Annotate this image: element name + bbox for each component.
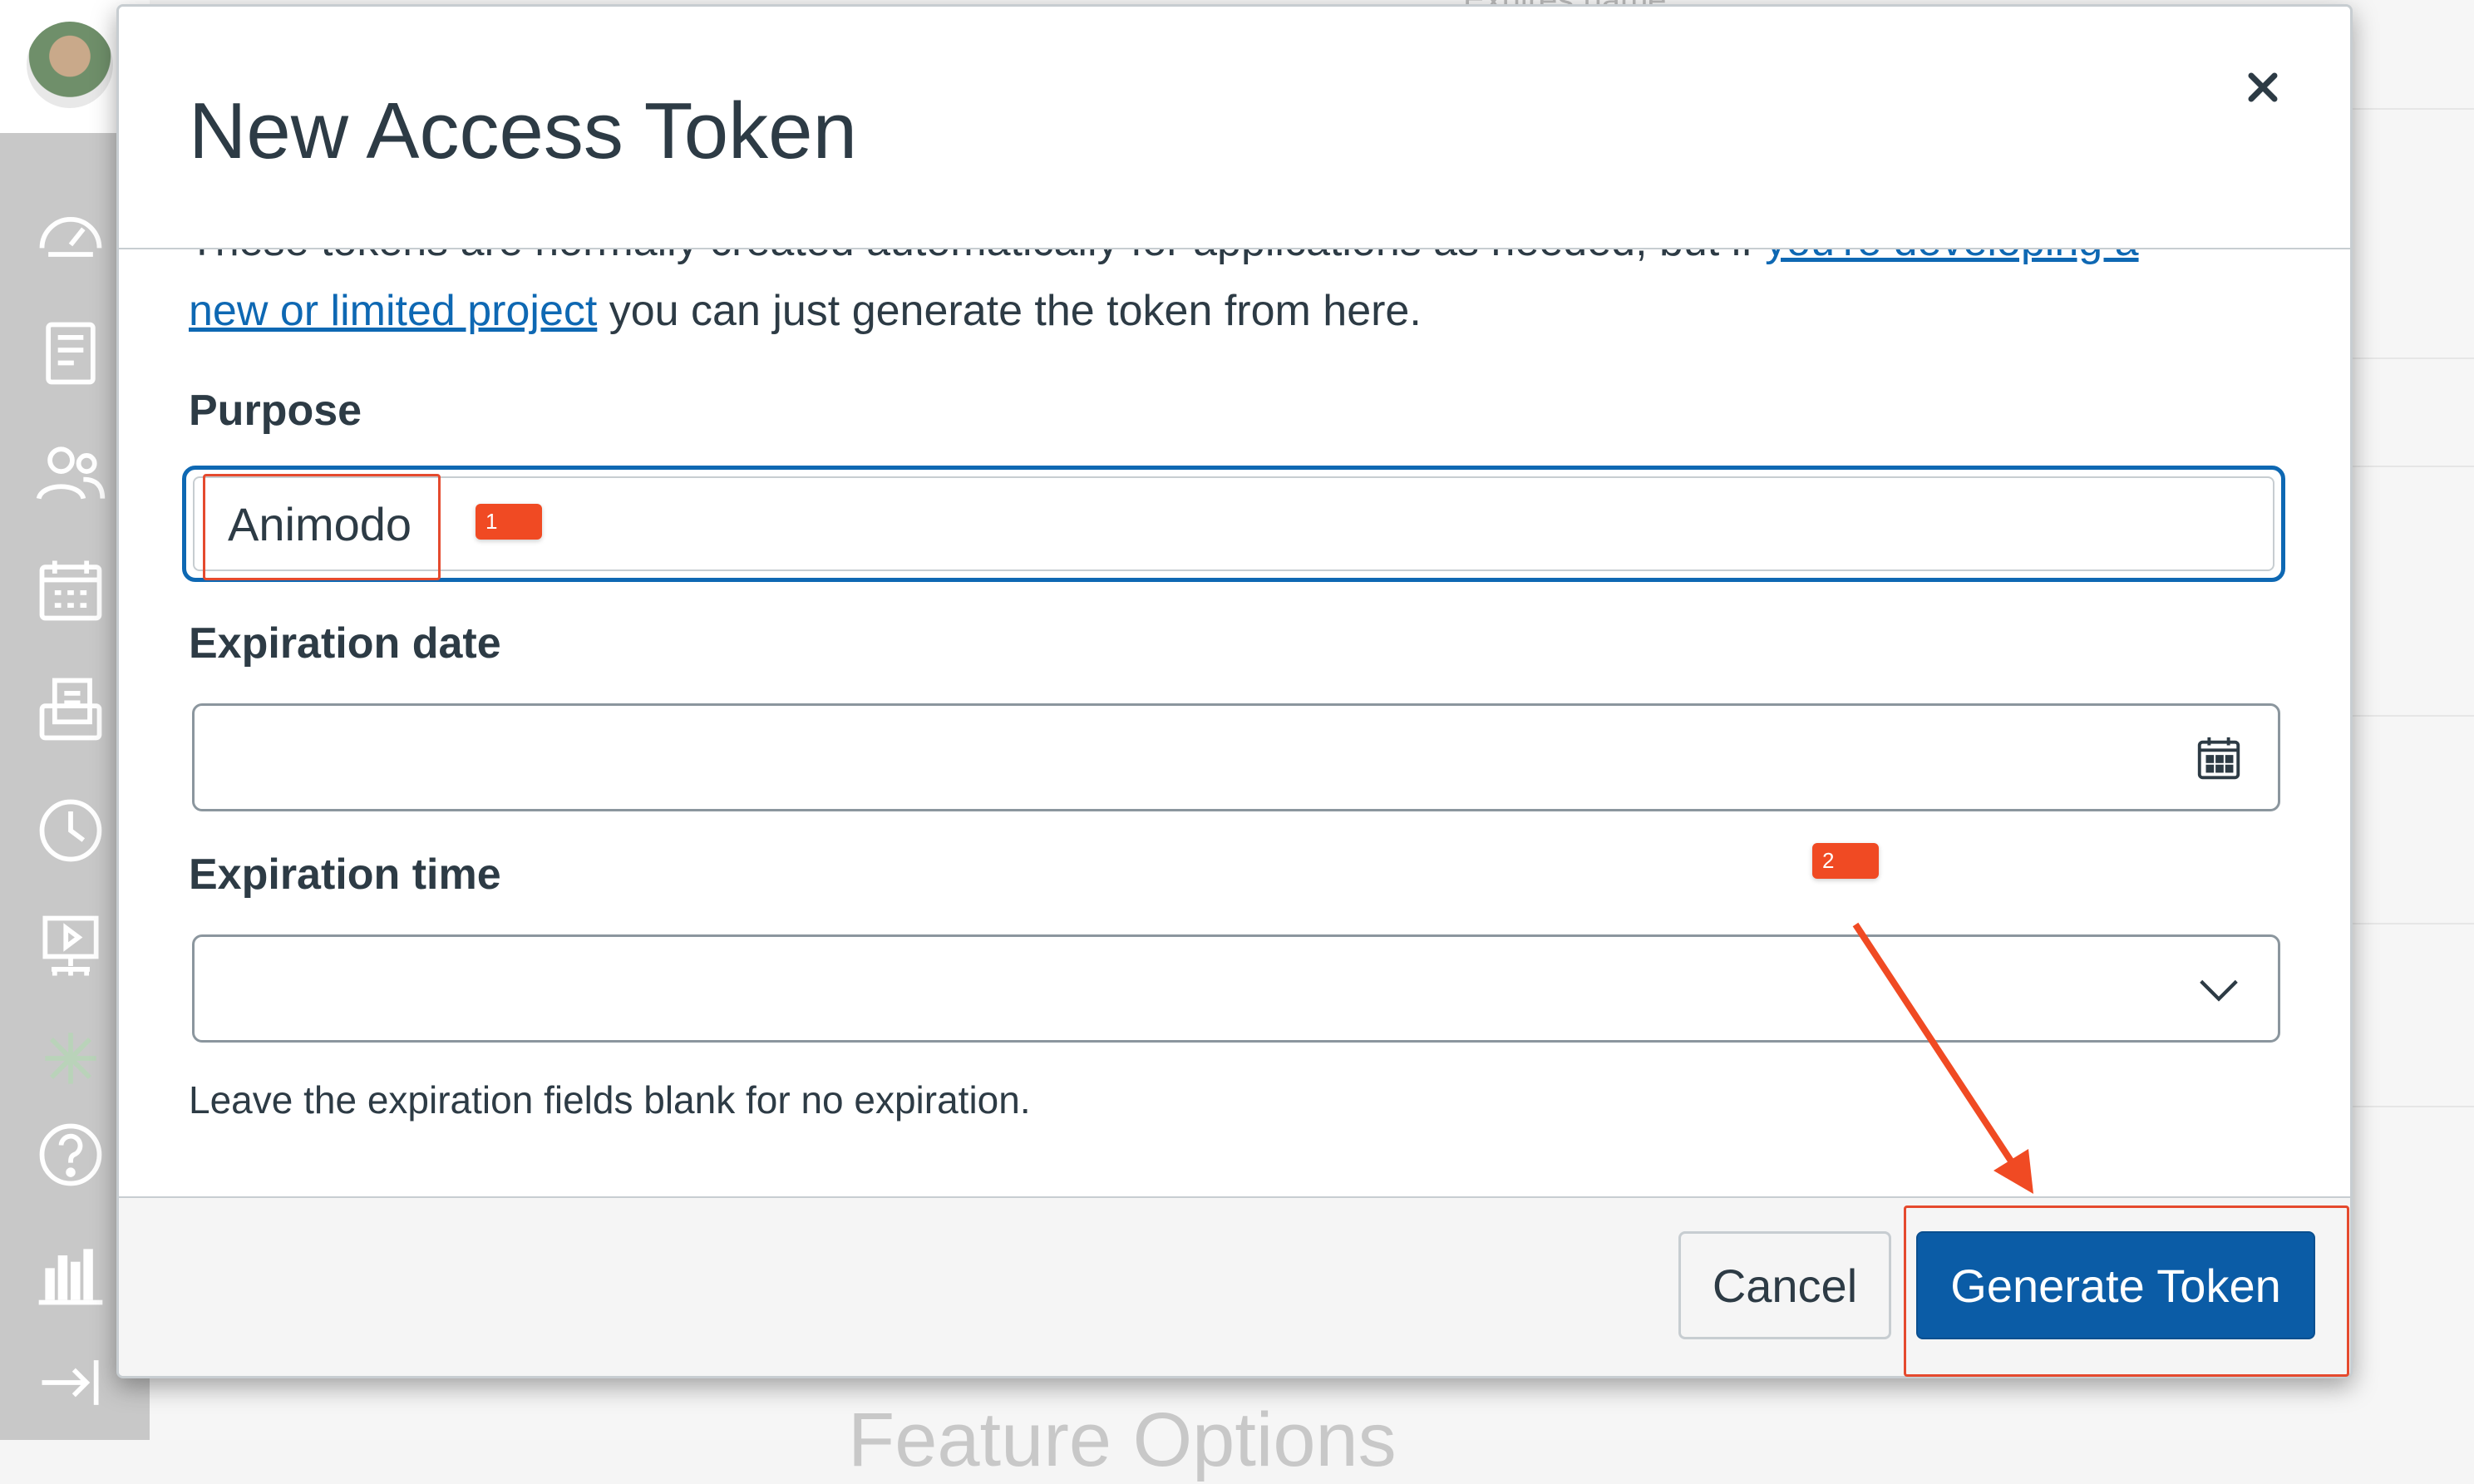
limited-project-link[interactable]: new or limited project <box>189 287 597 335</box>
background-section-heading: Feature Options <box>848 1398 1397 1482</box>
groups-icon[interactable] <box>27 429 115 517</box>
new-access-token-dialog: New Access Token These tokens are normal… <box>116 4 2353 1378</box>
expiration-date-input[interactable] <box>192 703 2280 811</box>
calendar-icon[interactable] <box>2193 732 2245 784</box>
library-icon[interactable] <box>27 1230 115 1319</box>
avatar[interactable] <box>27 22 113 108</box>
inbox-icon[interactable] <box>27 665 115 753</box>
calendar-icon[interactable] <box>27 545 115 634</box>
courses-icon[interactable] <box>27 309 115 397</box>
expiration-time-label: Expiration time <box>189 850 501 899</box>
help-icon[interactable] <box>27 1111 115 1199</box>
expiration-date-label: Expiration date <box>189 619 501 668</box>
annotation-box-purpose <box>203 474 441 580</box>
close-icon <box>2248 72 2278 102</box>
expiration-hint: Leave the expiration fields blank for no… <box>189 1078 1031 1122</box>
chevron-down-icon <box>2200 979 2238 1002</box>
dialog-header: New Access Token <box>119 7 2350 249</box>
annotation-badge-1: 1 <box>476 504 542 540</box>
purpose-label: Purpose <box>189 387 362 435</box>
close-button[interactable] <box>2234 58 2292 116</box>
annotation-badge-2: 2 <box>1812 843 1879 879</box>
dialog-title: New Access Token <box>189 86 857 175</box>
annotation-box-generate <box>1904 1205 2349 1377</box>
studio-icon[interactable] <box>27 903 115 991</box>
cancel-button[interactable]: Cancel <box>1678 1231 1891 1339</box>
collapse-icon[interactable] <box>27 1339 115 1427</box>
intro-text-end: you can just generate the token from her… <box>597 287 1422 335</box>
commons-icon[interactable] <box>27 1014 115 1102</box>
history-icon[interactable] <box>27 786 115 875</box>
dashboard-icon[interactable] <box>27 191 115 279</box>
expiration-time-select[interactable] <box>192 934 2280 1043</box>
